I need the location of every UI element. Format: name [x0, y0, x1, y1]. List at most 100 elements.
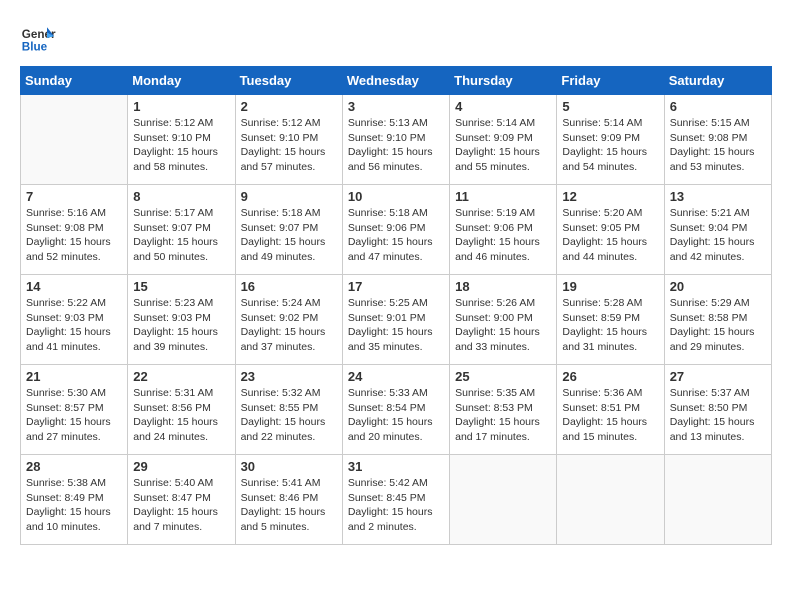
- day-number: 6: [670, 99, 766, 114]
- calendar-cell: 13 Sunrise: 5:21 AM Sunset: 9:04 PM Dayli…: [664, 185, 771, 275]
- week-row-5: 28 Sunrise: 5:38 AM Sunset: 8:49 PM Dayli…: [21, 455, 772, 545]
- day-number: 23: [241, 369, 337, 384]
- day-info: Sunrise: 5:29 AM Sunset: 8:58 PM Dayligh…: [670, 296, 766, 355]
- calendar-cell: 10 Sunrise: 5:18 AM Sunset: 9:06 PM Dayli…: [342, 185, 449, 275]
- day-info: Sunrise: 5:36 AM Sunset: 8:51 PM Dayligh…: [562, 386, 658, 445]
- day-number: 26: [562, 369, 658, 384]
- calendar-cell: 31Sunrise: 5:42 AM Sunset: 8:45 PM Dayli…: [342, 455, 449, 545]
- day-info: Sunrise: 5:41 AM Sunset: 8:46 PM Dayligh…: [241, 476, 337, 535]
- day-number: 24: [348, 369, 444, 384]
- day-number: 3: [348, 99, 444, 114]
- calendar-cell: 14 Sunrise: 5:22 AM Sunset: 9:03 PM Dayli…: [21, 275, 128, 365]
- day-number: 16: [241, 279, 337, 294]
- day-info: Sunrise: 5:32 AM Sunset: 8:55 PM Dayligh…: [241, 386, 337, 445]
- day-number: 1: [133, 99, 229, 114]
- calendar-cell: 7Sunrise: 5:16 AM Sunset: 9:08 PM Daylig…: [21, 185, 128, 275]
- day-number: 12: [562, 189, 658, 204]
- day-info: Sunrise: 5:20 AM Sunset: 9:05 PM Dayligh…: [562, 206, 658, 265]
- day-number: 14: [26, 279, 122, 294]
- day-number: 8: [133, 189, 229, 204]
- day-info: Sunrise: 5:33 AM Sunset: 8:54 PM Dayligh…: [348, 386, 444, 445]
- day-info: Sunrise: 5:13 AM Sunset: 9:10 PM Dayligh…: [348, 116, 444, 175]
- calendar-cell: 17 Sunrise: 5:25 AM Sunset: 9:01 PM Dayli…: [342, 275, 449, 365]
- calendar-cell: 16 Sunrise: 5:24 AM Sunset: 9:02 PM Dayli…: [235, 275, 342, 365]
- day-info: Sunrise: 5:30 AM Sunset: 8:57 PM Dayligh…: [26, 386, 122, 445]
- week-row-4: 21 Sunrise: 5:30 AM Sunset: 8:57 PM Dayli…: [21, 365, 772, 455]
- day-number: 5: [562, 99, 658, 114]
- day-info: Sunrise: 5:28 AM Sunset: 8:59 PM Dayligh…: [562, 296, 658, 355]
- day-info: Sunrise: 5:16 AM Sunset: 9:08 PM Dayligh…: [26, 206, 122, 265]
- calendar-cell: 4Sunrise: 5:14 AM Sunset: 9:09 PM Daylig…: [450, 95, 557, 185]
- logo-icon: General Blue: [20, 20, 56, 56]
- day-info: Sunrise: 5:40 AM Sunset: 8:47 PM Dayligh…: [133, 476, 229, 535]
- day-info: Sunrise: 5:25 AM Sunset: 9:01 PM Dayligh…: [348, 296, 444, 355]
- day-number: 15: [133, 279, 229, 294]
- day-info: Sunrise: 5:22 AM Sunset: 9:03 PM Dayligh…: [26, 296, 122, 355]
- header-monday: Monday: [128, 67, 235, 95]
- day-number: 13: [670, 189, 766, 204]
- day-info: Sunrise: 5:38 AM Sunset: 8:49 PM Dayligh…: [26, 476, 122, 535]
- day-info: Sunrise: 5:17 AM Sunset: 9:07 PM Dayligh…: [133, 206, 229, 265]
- calendar-cell: 15Sunrise: 5:23 AM Sunset: 9:03 PM Dayli…: [128, 275, 235, 365]
- day-info: Sunrise: 5:35 AM Sunset: 8:53 PM Dayligh…: [455, 386, 551, 445]
- calendar-cell: 30 Sunrise: 5:41 AM Sunset: 8:46 PM Dayli…: [235, 455, 342, 545]
- calendar-cell: 20 Sunrise: 5:29 AM Sunset: 8:58 PM Dayli…: [664, 275, 771, 365]
- page-header: General Blue: [20, 20, 772, 56]
- svg-text:Blue: Blue: [22, 41, 48, 54]
- day-info: Sunrise: 5:18 AM Sunset: 9:07 PM Dayligh…: [241, 206, 337, 265]
- day-number: 29: [133, 459, 229, 474]
- day-number: 11: [455, 189, 551, 204]
- header-saturday: Saturday: [664, 67, 771, 95]
- day-number: 10: [348, 189, 444, 204]
- day-number: 21: [26, 369, 122, 384]
- day-number: 22: [133, 369, 229, 384]
- calendar-cell: [664, 455, 771, 545]
- day-number: 25: [455, 369, 551, 384]
- day-info: Sunrise: 5:26 AM Sunset: 9:00 PM Dayligh…: [455, 296, 551, 355]
- calendar-cell: 27 Sunrise: 5:37 AM Sunset: 8:50 PM Dayli…: [664, 365, 771, 455]
- day-number: 28: [26, 459, 122, 474]
- header-wednesday: Wednesday: [342, 67, 449, 95]
- calendar-cell: 1 Sunrise: 5:12 AM Sunset: 9:10 PM Daylig…: [128, 95, 235, 185]
- day-info: Sunrise: 5:21 AM Sunset: 9:04 PM Dayligh…: [670, 206, 766, 265]
- calendar-table: SundayMondayTuesdayWednesdayThursdayFrid…: [20, 66, 772, 545]
- calendar-cell: 2Sunrise: 5:12 AM Sunset: 9:10 PM Daylig…: [235, 95, 342, 185]
- calendar-cell: 11 Sunrise: 5:19 AM Sunset: 9:06 PM Dayli…: [450, 185, 557, 275]
- day-number: 18: [455, 279, 551, 294]
- calendar-cell: 12 Sunrise: 5:20 AM Sunset: 9:05 PM Dayli…: [557, 185, 664, 275]
- day-number: 9: [241, 189, 337, 204]
- week-row-1: 1 Sunrise: 5:12 AM Sunset: 9:10 PM Daylig…: [21, 95, 772, 185]
- calendar-cell: 21 Sunrise: 5:30 AM Sunset: 8:57 PM Dayli…: [21, 365, 128, 455]
- calendar-cell: 19 Sunrise: 5:28 AM Sunset: 8:59 PM Dayli…: [557, 275, 664, 365]
- header-friday: Friday: [557, 67, 664, 95]
- day-number: 31: [348, 459, 444, 474]
- day-number: 17: [348, 279, 444, 294]
- header-thursday: Thursday: [450, 67, 557, 95]
- day-info: Sunrise: 5:12 AM Sunset: 9:10 PM Dayligh…: [133, 116, 229, 175]
- day-info: Sunrise: 5:19 AM Sunset: 9:06 PM Dayligh…: [455, 206, 551, 265]
- calendar-cell: 26 Sunrise: 5:36 AM Sunset: 8:51 PM Dayli…: [557, 365, 664, 455]
- day-info: Sunrise: 5:14 AM Sunset: 9:09 PM Dayligh…: [562, 116, 658, 175]
- day-number: 20: [670, 279, 766, 294]
- calendar-cell: 29 Sunrise: 5:40 AM Sunset: 8:47 PM Dayli…: [128, 455, 235, 545]
- calendar-cell: 23 Sunrise: 5:32 AM Sunset: 8:55 PM Dayli…: [235, 365, 342, 455]
- calendar-cell: 9 Sunrise: 5:18 AM Sunset: 9:07 PM Daylig…: [235, 185, 342, 275]
- week-row-2: 7Sunrise: 5:16 AM Sunset: 9:08 PM Daylig…: [21, 185, 772, 275]
- day-info: Sunrise: 5:14 AM Sunset: 9:09 PM Dayligh…: [455, 116, 551, 175]
- day-info: Sunrise: 5:37 AM Sunset: 8:50 PM Dayligh…: [670, 386, 766, 445]
- calendar-cell: [557, 455, 664, 545]
- day-number: 19: [562, 279, 658, 294]
- calendar-cell: 22Sunrise: 5:31 AM Sunset: 8:56 PM Dayli…: [128, 365, 235, 455]
- day-number: 30: [241, 459, 337, 474]
- calendar-cell: 24 Sunrise: 5:33 AM Sunset: 8:54 PM Dayli…: [342, 365, 449, 455]
- day-number: 27: [670, 369, 766, 384]
- day-info: Sunrise: 5:24 AM Sunset: 9:02 PM Dayligh…: [241, 296, 337, 355]
- day-info: Sunrise: 5:18 AM Sunset: 9:06 PM Dayligh…: [348, 206, 444, 265]
- header-sunday: Sunday: [21, 67, 128, 95]
- calendar-cell: 3 Sunrise: 5:13 AM Sunset: 9:10 PM Daylig…: [342, 95, 449, 185]
- week-row-3: 14 Sunrise: 5:22 AM Sunset: 9:03 PM Dayli…: [21, 275, 772, 365]
- calendar-cell: 28 Sunrise: 5:38 AM Sunset: 8:49 PM Dayli…: [21, 455, 128, 545]
- day-info: Sunrise: 5:15 AM Sunset: 9:08 PM Dayligh…: [670, 116, 766, 175]
- calendar-cell: 5 Sunrise: 5:14 AM Sunset: 9:09 PM Daylig…: [557, 95, 664, 185]
- calendar-cell: [450, 455, 557, 545]
